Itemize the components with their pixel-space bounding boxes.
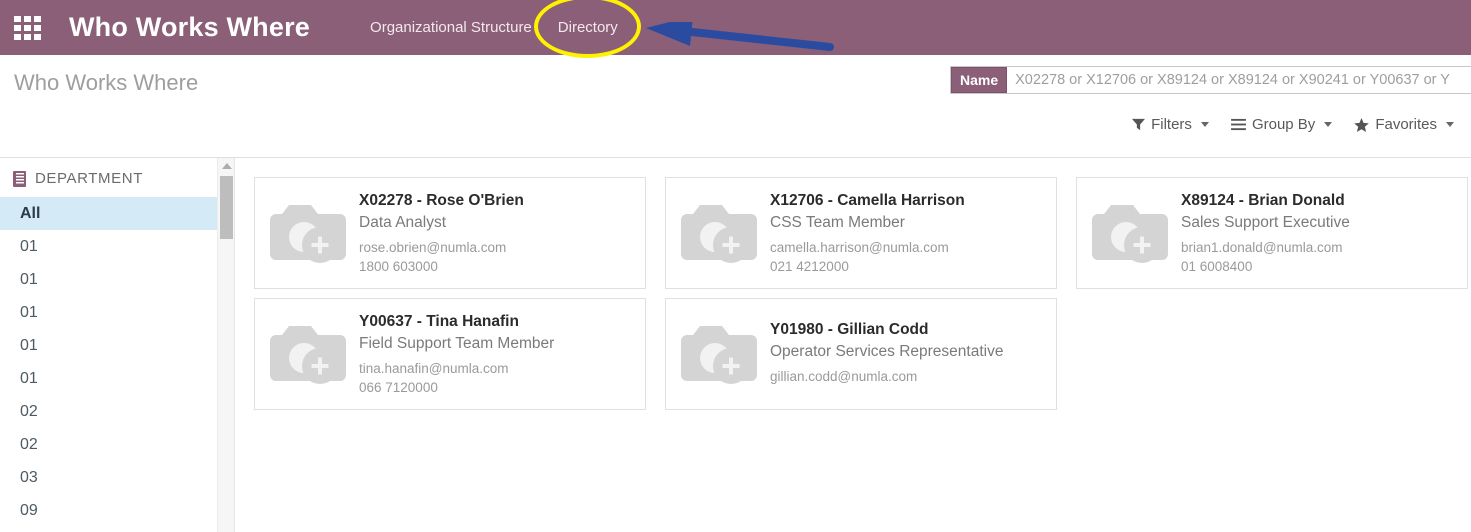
card-details: X02278 - Rose O'Brien Data Analyst rose.…	[359, 192, 645, 274]
chevron-down-icon	[1446, 122, 1454, 127]
sidebar-item-dept-9[interactable]: 09	[0, 494, 234, 527]
top-navbar: Who Works Where Organizational Structure…	[0, 0, 1471, 55]
nav-item-directory[interactable]: Directory	[545, 13, 631, 42]
camera-placeholder-icon	[270, 326, 346, 384]
chevron-down-icon	[1200, 122, 1209, 127]
card-details: Y01980 - Gillian Codd Operator Services …	[770, 321, 1056, 388]
sidebar-header: DEPARTMENT	[0, 158, 234, 197]
scrollbar-thumb[interactable]	[220, 176, 233, 239]
group-by-button[interactable]: Group By	[1222, 112, 1341, 137]
card-details: Y00637 - Tina Hanafin Field Support Team…	[359, 313, 645, 395]
employee-job-title: Operator Services Representative	[770, 342, 1004, 360]
sidebar-item-dept-1[interactable]: 01	[0, 230, 234, 263]
control-panel: Who Works Where Name Filters Group By	[0, 55, 1471, 158]
card-details: X89124 - Brian Donald Sales Support Exec…	[1181, 192, 1467, 274]
breadcrumb: Who Works Where	[14, 70, 199, 95]
sidebar-item-dept-7[interactable]: 02	[0, 428, 234, 461]
employee-email[interactable]: tina.hanafin@numla.com	[359, 361, 635, 376]
department-sidebar: DEPARTMENT All 01 01 01 01 01 02 02 03 0…	[0, 158, 235, 532]
filter-toolbar: Filters Group By Favorites	[1123, 112, 1463, 137]
employee-phone[interactable]: 01 6008400	[1181, 259, 1457, 274]
nav-item-organizational-structure[interactable]: Organizational Structure	[357, 13, 545, 42]
scroll-up-arrow-icon[interactable]	[222, 163, 232, 169]
table-row[interactable]: X02278 - Rose O'Brien Data Analyst rose.…	[254, 177, 646, 289]
employee-name: Y01980 - Gillian Codd	[770, 320, 929, 338]
group-by-label: Group By	[1251, 116, 1316, 133]
camera-placeholder-icon	[681, 205, 757, 263]
employee-name: X02278 - Rose O'Brien	[359, 192, 524, 209]
employee-phone[interactable]: 1800 603000	[359, 259, 635, 274]
search-input[interactable]	[1007, 67, 1471, 93]
employee-job-title: CSS Team Member	[770, 214, 905, 231]
employee-name: X89124 - Brian Donald	[1181, 192, 1345, 209]
avatar	[666, 318, 770, 390]
employee-job-title: Field Support Team Member	[359, 335, 555, 352]
sidebar-item-dept-5[interactable]: 01	[0, 362, 234, 395]
employee-job-title: Data Analyst	[359, 214, 447, 231]
avatar	[1077, 197, 1181, 269]
sidebar-item-dept-3[interactable]: 01	[0, 296, 234, 329]
employee-email[interactable]: rose.obrien@numla.com	[359, 240, 635, 255]
sidebar-item-dept-8[interactable]: 03	[0, 461, 234, 494]
employee-name: Y00637 - Tina Hanafin	[359, 313, 519, 330]
filters-label: Filters	[1151, 116, 1192, 133]
chevron-down-icon	[1324, 122, 1333, 127]
employee-name: X12706 - Camella Harrison	[770, 192, 965, 209]
apps-grid-icon[interactable]	[10, 15, 44, 41]
employee-email[interactable]: brian1.donald@numla.com	[1181, 240, 1457, 255]
sidebar-item-dept-2[interactable]: 01	[0, 263, 234, 296]
favorites-button[interactable]: Favorites	[1345, 112, 1463, 137]
main-content: DEPARTMENT All 01 01 01 01 01 02 02 03 0…	[0, 158, 1471, 532]
table-row[interactable]: Y00637 - Tina Hanafin Field Support Team…	[254, 298, 646, 410]
avatar	[666, 197, 770, 269]
employee-phone[interactable]: 021 4212000	[770, 259, 1046, 274]
search-facet-name[interactable]: Name	[951, 67, 1008, 93]
employee-phone[interactable]: 066 7120000	[359, 380, 635, 395]
camera-placeholder-icon	[1092, 205, 1168, 263]
search-view[interactable]: Name	[950, 66, 1471, 94]
camera-placeholder-icon	[270, 205, 346, 263]
list-lines-icon	[1231, 118, 1246, 131]
sidebar-title: DEPARTMENT	[35, 170, 143, 187]
table-row[interactable]: X89124 - Brian Donald Sales Support Exec…	[1076, 177, 1468, 289]
employee-job-title: Sales Support Executive	[1181, 214, 1350, 231]
table-row[interactable]: Y01980 - Gillian Codd Operator Services …	[665, 298, 1057, 410]
favorites-label: Favorites	[1375, 116, 1437, 133]
sidebar-item-dept-4[interactable]: 01	[0, 329, 234, 362]
sidebar-item-dept-6[interactable]: 02	[0, 395, 234, 428]
employee-email[interactable]: camella.harrison@numla.com	[770, 240, 1046, 255]
sidebar-scrollbar[interactable]	[217, 158, 234, 532]
app-brand-title: Who Works Where	[69, 12, 311, 42]
filter-icon	[1132, 118, 1146, 131]
sidebar-item-all[interactable]: All	[0, 197, 234, 230]
department-list-icon	[13, 170, 26, 187]
directory-kanban: X02278 - Rose O'Brien Data Analyst rose.…	[235, 158, 1471, 532]
camera-placeholder-icon	[681, 326, 757, 384]
table-row[interactable]: X12706 - Camella Harrison CSS Team Membe…	[665, 177, 1057, 289]
star-icon	[1354, 117, 1370, 132]
filters-button[interactable]: Filters	[1123, 112, 1218, 137]
department-list: All 01 01 01 01 01 02 02 03 09	[0, 197, 234, 527]
employee-email[interactable]: gillian.codd@numla.com	[770, 369, 1046, 384]
avatar	[255, 318, 359, 390]
nav-menu: Organizational Structure Directory	[357, 13, 631, 42]
avatar	[255, 197, 359, 269]
card-details: X12706 - Camella Harrison CSS Team Membe…	[770, 192, 1056, 274]
